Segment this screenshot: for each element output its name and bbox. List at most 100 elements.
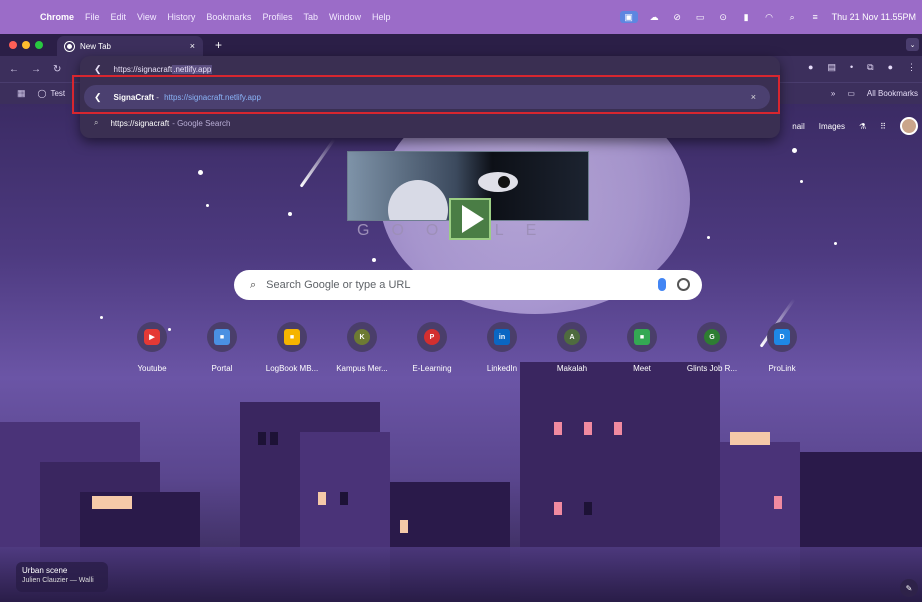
screen-icon[interactable]: ▣: [619, 11, 638, 23]
all-bookmarks-link[interactable]: All Bookmarks: [867, 89, 918, 98]
bookmark-test-label: Test: [50, 89, 66, 98]
shortcut-meet[interactable]: ■ Meet: [607, 322, 677, 373]
shortcut-label: LogBook MB...: [265, 364, 319, 373]
menu-edit[interactable]: Edit: [111, 12, 127, 22]
tab-new-tab[interactable]: New Tab ×: [57, 36, 203, 56]
extensions-puzzle-icon[interactable]: ⧉: [867, 62, 873, 73]
window: [270, 432, 278, 445]
signacraft-icon: ❮: [94, 63, 102, 74]
omnibox-suggestion-search[interactable]: ⌕ https://signacraft - Google Search: [80, 112, 780, 134]
avatar[interactable]: [900, 117, 918, 135]
search-icon: ⌕: [250, 278, 257, 291]
menu-window[interactable]: Window: [329, 12, 361, 22]
window: [584, 502, 592, 515]
annotation-highlight-box: [72, 75, 780, 114]
menu-history[interactable]: History: [167, 12, 195, 22]
shortcut-kampus-merdeka[interactable]: K Kampus Mer...: [327, 322, 397, 373]
compass-icon[interactable]: ⊘: [671, 11, 684, 23]
nav-buttons: ← → ↻: [9, 64, 61, 75]
shortcut-circle: ■: [627, 322, 657, 352]
gmail-link[interactable]: nail: [792, 122, 804, 131]
spotlight-search-icon[interactable]: ⌕: [786, 11, 799, 23]
tab-search-icon[interactable]: ⌄: [906, 38, 919, 51]
star: [834, 242, 837, 245]
cloud-icon[interactable]: ☁: [648, 11, 661, 23]
back-icon[interactable]: ←: [9, 64, 19, 75]
profile-icon[interactable]: ●: [888, 62, 893, 73]
lens-icon[interactable]: [677, 278, 690, 291]
star: [792, 148, 797, 153]
menu-file[interactable]: File: [85, 12, 100, 22]
pencil-icon[interactable]: ✎: [900, 579, 918, 597]
city-skyline: [0, 362, 922, 602]
shortcut-circle: ■: [207, 322, 237, 352]
clock[interactable]: Thu 21 Nov 11.55PM: [832, 12, 916, 22]
menu-tab[interactable]: Tab: [303, 12, 318, 22]
extension-icon-2[interactable]: ▤: [827, 62, 836, 73]
background-credits[interactable]: Urban scene Julien Clauzier — Walli: [16, 562, 108, 592]
battery-icon[interactable]: ▮: [740, 11, 753, 23]
new-tab-page: GOOGLE ⌕ Search Google or type a URL ▶ Y…: [0, 104, 922, 602]
linkedin-icon: in: [494, 329, 510, 345]
search-box[interactable]: ⌕ Search Google or type a URL: [234, 270, 702, 300]
star: [800, 180, 803, 183]
record-icon[interactable]: ⊙: [717, 11, 730, 23]
shortcut-youtube[interactable]: ▶ Youtube: [117, 322, 187, 373]
shortcut-circle: ■: [277, 322, 307, 352]
apps-grid-icon[interactable]: ▦: [17, 88, 26, 99]
shortcut-prolink[interactable]: D ProLink: [747, 322, 817, 373]
menu-app-name[interactable]: Chrome: [40, 12, 74, 22]
shortcuts-grid: ▶ Youtube ■ Portal ■ LogBook MB... K Kam…: [117, 322, 817, 373]
prolink-icon: D: [774, 329, 790, 345]
star: [372, 258, 376, 262]
shortcut-glints[interactable]: G Glints Job R...: [677, 322, 747, 373]
shortcut-e-learning[interactable]: P E-Learning: [397, 322, 467, 373]
apps-grid-icon[interactable]: ⠿: [880, 122, 886, 131]
comet: [299, 138, 336, 188]
shortcut-label: Makalah: [556, 364, 588, 373]
plus-icon[interactable]: +: [215, 38, 222, 52]
close-icon[interactable]: ×: [190, 41, 195, 51]
window: [730, 432, 770, 445]
doodle-play-button[interactable]: [449, 198, 491, 240]
shortcut-linkedin[interactable]: in LinkedIn: [467, 322, 537, 373]
star: [206, 204, 209, 207]
doodle-moon: [388, 180, 448, 220]
wifi-icon[interactable]: ◠: [763, 11, 776, 23]
window: [584, 422, 592, 435]
extension-icon-3[interactable]: •: [850, 62, 853, 73]
zoom-window-button[interactable]: [35, 41, 43, 49]
shortcut-logbook[interactable]: ■ LogBook MB...: [257, 322, 327, 373]
shortcut-label: Youtube: [137, 364, 167, 373]
bookmarks-overflow-button[interactable]: »: [831, 89, 835, 98]
chrome-icon: [65, 41, 74, 51]
close-window-button[interactable]: [9, 41, 17, 49]
ntp-header-links: nail Images ⚗ ⠿: [792, 114, 922, 138]
menu-view[interactable]: View: [137, 12, 156, 22]
images-link[interactable]: Images: [819, 122, 845, 131]
minimize-window-button[interactable]: [22, 41, 30, 49]
shortcut-circle: in: [487, 322, 517, 352]
control-center-icon[interactable]: ≡: [809, 11, 822, 23]
tab-bar: New Tab × + ⌄: [0, 34, 922, 56]
window: [400, 520, 408, 533]
shortcut-label: Meet: [633, 364, 651, 373]
menu-bookmarks[interactable]: Bookmarks: [206, 12, 251, 22]
bookmark-test[interactable]: ◯ Test: [38, 89, 66, 98]
shortcut-circle: G: [697, 322, 727, 352]
forward-icon[interactable]: →: [31, 64, 41, 75]
menu-help[interactable]: Help: [372, 12, 391, 22]
shortcut-makalah[interactable]: A Makalah: [537, 322, 607, 373]
shortcut-portal[interactable]: ■ Portal: [187, 322, 257, 373]
window: [554, 502, 562, 515]
reload-icon[interactable]: ↻: [53, 64, 61, 75]
display-icon[interactable]: ▭: [694, 11, 707, 23]
extension-icon-1[interactable]: ●: [808, 62, 813, 73]
logbook-icon: ■: [284, 329, 300, 345]
window: [340, 492, 348, 505]
more-icon[interactable]: ⋮: [907, 62, 916, 73]
menu-profiles[interactable]: Profiles: [262, 12, 292, 22]
lab-icon[interactable]: ⚗: [859, 122, 866, 131]
mic-icon[interactable]: [658, 278, 666, 291]
window: [614, 422, 622, 435]
